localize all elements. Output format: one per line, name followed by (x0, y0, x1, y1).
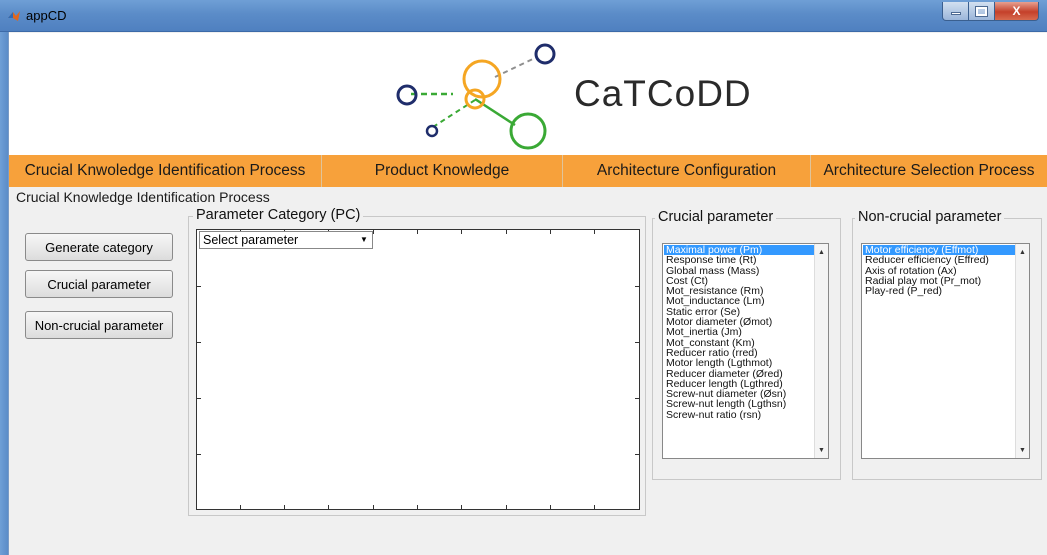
tab-architecture-configuration[interactable]: Architecture Configuration (563, 155, 811, 187)
chevron-down-icon: ▼ (360, 235, 368, 244)
header-banner: CaTCoDD (9, 33, 1047, 155)
scroll-up-icon[interactable]: ▲ (1016, 245, 1029, 259)
tab-crucial-knowledge[interactable]: Crucial Knwoledge Identification Process (9, 155, 322, 187)
scroll-down-icon[interactable]: ▼ (815, 443, 828, 457)
main-nav: Crucial Knwoledge Identification Process… (9, 155, 1047, 187)
non-crucial-parameter-list[interactable]: Motor efficiency (Effmot) Reducer efficie… (861, 243, 1030, 459)
window-left-border (0, 32, 8, 555)
non-crucial-parameter-label: Non-crucial parameter (855, 209, 1005, 225)
tab-product-knowledge[interactable]: Product Knowledge (322, 155, 563, 187)
section-title: Crucial Knowledge Identification Process (16, 189, 270, 205)
non-crucial-parameter-items: Motor efficiency (Effmot) Reducer efficie… (863, 245, 1015, 297)
list-item[interactable]: Play-red (P_red) (863, 286, 1015, 297)
scroll-down-icon[interactable]: ▼ (1016, 443, 1029, 457)
catcodd-logo-icon (396, 43, 556, 150)
minimize-button[interactable] (942, 2, 969, 21)
logo-text: CaTCoDD (574, 73, 752, 114)
close-button[interactable]: X (995, 2, 1039, 21)
crucial-parameter-button[interactable]: Crucial parameter (25, 270, 173, 298)
parameter-category-label: Parameter Category (PC) (193, 207, 364, 223)
non-crucial-parameter-button[interactable]: Non-crucial parameter (25, 311, 173, 339)
close-icon: X (1012, 4, 1021, 18)
crucial-parameter-label: Crucial parameter (655, 209, 777, 225)
maximize-button[interactable] (969, 2, 995, 21)
title-bar: appCD X (0, 0, 1047, 32)
parameter-category-axes (196, 229, 640, 510)
window-title: appCD (26, 8, 67, 23)
tab-architecture-selection[interactable]: Architecture Selection Process (811, 155, 1047, 187)
scroll-up-icon[interactable]: ▲ (815, 245, 828, 259)
matlab-app-icon (8, 11, 20, 21)
crucial-parameter-items: Maximal power (Pm) Response time (Rt) Glob… (664, 245, 814, 420)
crucial-list-scrollbar[interactable]: ▲ ▼ (814, 244, 828, 458)
non-crucial-list-scrollbar[interactable]: ▲ ▼ (1015, 244, 1029, 458)
crucial-parameter-list[interactable]: Maximal power (Pm) Response time (Rt) Glob… (662, 243, 829, 459)
minimize-icon (950, 12, 961, 15)
parameter-select-value: Select parameter (203, 233, 299, 247)
list-item[interactable]: Screw-nut ratio (rsn) (664, 409, 814, 420)
maximize-icon (975, 5, 988, 17)
generate-category-button[interactable]: Generate category (25, 233, 173, 261)
window-controls: X (942, 2, 1039, 21)
parameter-select[interactable]: Select parameter ▼ (199, 231, 373, 249)
